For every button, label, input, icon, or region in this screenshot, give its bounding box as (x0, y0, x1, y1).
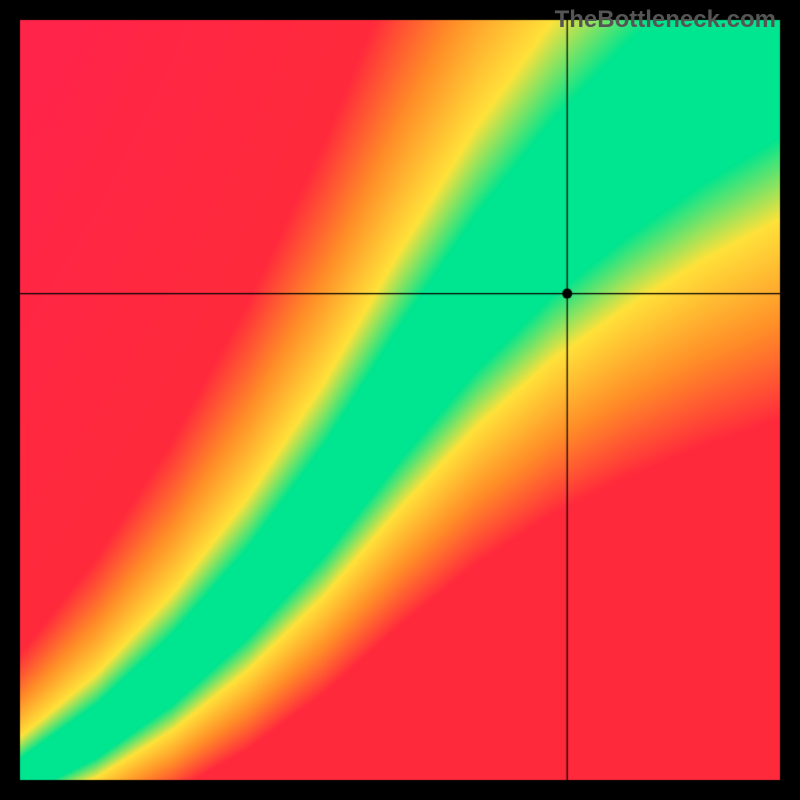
watermark-text: TheBottleneck.com (555, 6, 776, 34)
heatmap-canvas (0, 0, 800, 800)
chart-container: TheBottleneck.com (0, 0, 800, 800)
